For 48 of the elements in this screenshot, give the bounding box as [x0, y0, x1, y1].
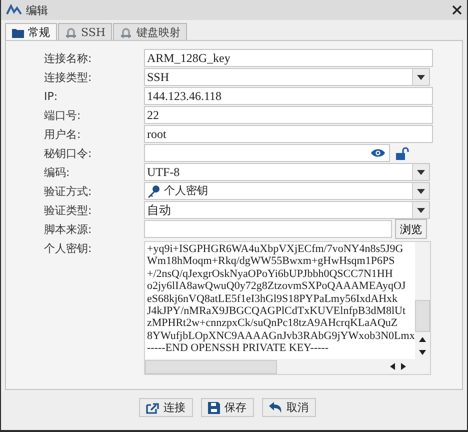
dropdown[interactable]: 自动	[144, 201, 430, 219]
dropdown[interactable]: SSH	[144, 68, 430, 86]
scroll-up-arrow-icon[interactable]	[419, 337, 426, 342]
field-label: IP:	[44, 90, 59, 102]
text-field[interactable]: ARM_128G_key	[144, 49, 433, 67]
field-label: 连接类型:	[44, 70, 93, 84]
app-logo-icon	[6, 4, 22, 16]
scroll-right-arrow-icon[interactable]	[401, 363, 406, 370]
field-label: 秘钥口令:	[44, 146, 93, 160]
window-title: 编辑	[26, 2, 49, 18]
folder-icon	[12, 26, 24, 38]
scroll-left-arrow-icon[interactable]	[390, 363, 395, 370]
script-path-field[interactable]	[144, 220, 392, 238]
eye-icon[interactable]	[371, 148, 385, 158]
key-icon	[147, 184, 160, 198]
undo-arrow-icon	[268, 402, 282, 413]
field-label: 连接名称:	[44, 50, 93, 66]
dialog-button[interactable]: 保存	[200, 398, 254, 417]
dropdown-arrow-icon	[417, 74, 425, 80]
vertical-scrollbar[interactable]	[415, 242, 430, 359]
text-field[interactable]: 22	[144, 106, 433, 124]
tab[interactable]: 常规	[5, 23, 57, 40]
dropdown[interactable]: 个人密钥	[144, 182, 430, 200]
browse-button[interactable]: 浏览	[395, 219, 427, 239]
field-label: 端口号:	[44, 108, 82, 122]
text-field[interactable]: root	[144, 125, 433, 143]
dropdown[interactable]: UTF-8	[144, 163, 430, 181]
unlocked-padlock-icon[interactable]	[396, 146, 409, 160]
field-label: 脚本来源:	[44, 222, 93, 236]
tab[interactable]: 键盘映射	[113, 23, 188, 40]
horizontal-scrollbar[interactable]	[145, 359, 430, 374]
field-label: 编码:	[44, 164, 71, 180]
dropdown-arrow-icon	[417, 208, 425, 212]
dialog-button[interactable]: 连接	[138, 398, 192, 417]
dialog-button[interactable]: 取消	[262, 398, 316, 417]
close-icon[interactable]	[452, 5, 462, 15]
field-label: 用户名:	[44, 126, 82, 142]
field-label: 验证方式:	[44, 184, 93, 198]
dropdown-arrow-icon	[417, 188, 425, 194]
scroll-down-arrow-icon[interactable]	[419, 350, 426, 355]
password-field[interactable]	[144, 144, 390, 162]
field-label: 个人密钥:	[44, 241, 93, 256]
external-link-icon	[146, 402, 158, 414]
text-field[interactable]: 144.123.46.118	[144, 87, 433, 105]
dropdown-arrow-icon	[417, 170, 425, 174]
field-label: 验证类型:	[44, 202, 93, 218]
dropdown-value: 个人密钥	[164, 183, 208, 199]
tab[interactable]: SSH	[58, 23, 112, 40]
